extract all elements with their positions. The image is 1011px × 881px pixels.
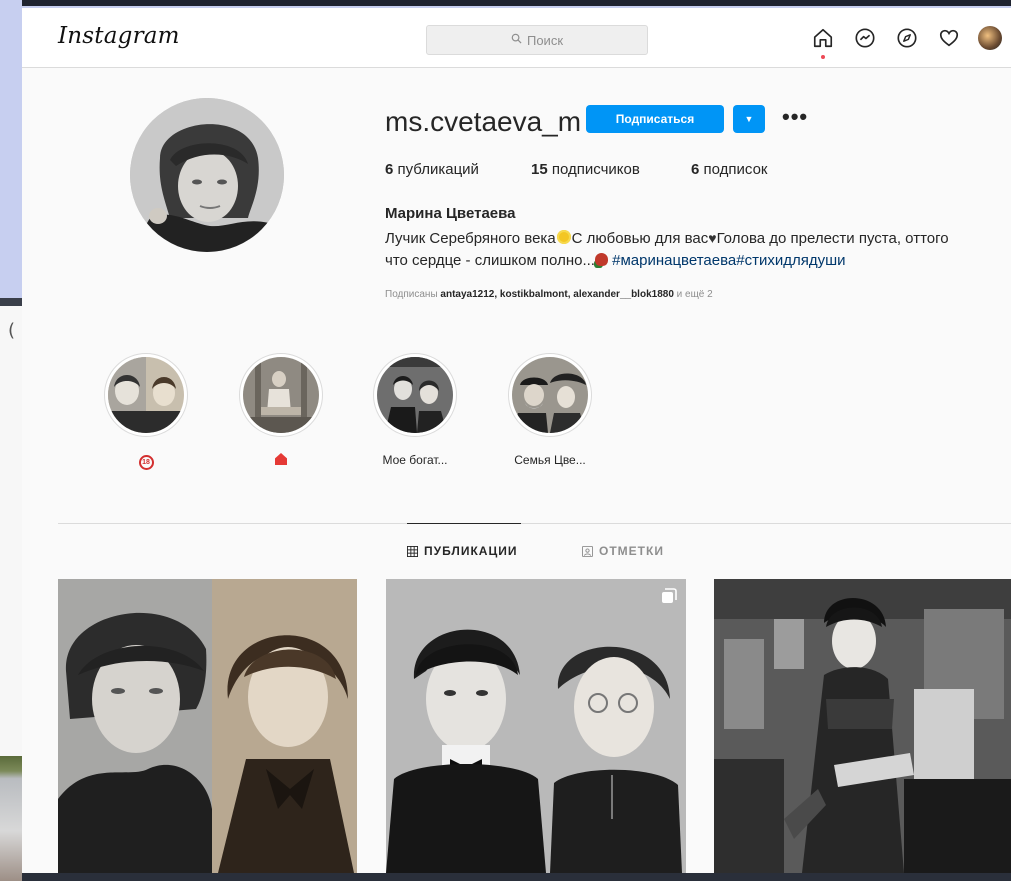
highlight-ring <box>508 353 592 437</box>
home-icon[interactable] <box>810 25 836 59</box>
followed-by-users: antaya1212, kostikbalmont, alexander__bl… <box>440 289 674 300</box>
profile-avatar[interactable] <box>978 26 1002 50</box>
followers-label: подписчиков <box>551 161 640 178</box>
desktop-top-edge <box>0 0 1011 6</box>
highlight-cover <box>512 357 588 433</box>
highlight-cover <box>243 357 319 433</box>
bio-text-2: С любовью для вас <box>571 230 709 247</box>
follow-button[interactable]: Подписаться <box>586 105 724 133</box>
following-count-stat[interactable]: 6 подписок <box>691 161 767 178</box>
bio-text-1: Лучик Серебряного века <box>385 230 556 247</box>
following-label: подписок <box>703 161 768 178</box>
taskbar-edge <box>22 873 1011 881</box>
bio-hashtags[interactable]: #маринацветаева#стихидлядуши <box>612 252 845 269</box>
highlight-label: Мое богат... <box>382 453 448 467</box>
highlight-label: 18 <box>102 453 190 470</box>
profile-bio: Лучик Серебряного века С любовью для вас♥… <box>385 227 1011 272</box>
explore-icon[interactable] <box>894 25 920 51</box>
post-thumbnail[interactable] <box>714 579 1011 873</box>
followed-by-suffix: и ещё 2 <box>676 289 713 300</box>
house-emoji-icon <box>275 453 287 465</box>
active-tab-indicator <box>407 523 521 524</box>
search-placeholder: Поиск <box>526 32 564 48</box>
posts-count: 6 <box>385 161 394 178</box>
age-18-badge-icon: 18 <box>138 455 154 470</box>
tabs-divider <box>58 523 1011 524</box>
highlight-label: Семья Цве... <box>514 453 586 467</box>
followers-count-stat[interactable]: 15 подписчиков <box>531 161 691 178</box>
highlight-cover <box>108 357 184 433</box>
background-window-edge <box>0 298 22 306</box>
instagram-logo[interactable]: Instagram <box>58 23 180 49</box>
triangle-down-icon: ▼ <box>744 114 754 124</box>
post-thumbnail[interactable] <box>58 579 357 873</box>
profile-username: ms.cvetaeva_m <box>385 106 582 137</box>
grid-icon <box>407 545 418 557</box>
search-icon <box>511 33 522 47</box>
top-navigation-bar: Instagram Поиск <box>22 8 1011 68</box>
highlight-item[interactable]: 18 <box>102 353 190 470</box>
tab-tagged-label: ОТМЕТКИ <box>599 544 664 558</box>
highlight-item[interactable] <box>237 353 325 468</box>
tab-posts[interactable]: ПУБЛИКАЦИИ <box>407 544 517 558</box>
profile-full-name: Марина Цветаева <box>385 205 516 222</box>
highlight-ring <box>104 353 188 437</box>
browser-window: Instagram Поиск ms.cvetaeva_m Подписатьс… <box>22 8 1011 873</box>
tagged-icon <box>582 545 593 557</box>
highlight-item[interactable]: Мое богат... <box>371 353 459 467</box>
highlight-cover <box>377 357 453 433</box>
nav-icons <box>810 25 1002 59</box>
bio-text-4: что сердце - слишком полно... <box>385 252 595 269</box>
notification-dot <box>821 55 825 59</box>
bio-text-3: Голова до прелести пуста, оттого <box>716 230 949 247</box>
rose-emoji-icon <box>594 253 608 266</box>
suggestions-dropdown-button[interactable]: ▼ <box>733 105 765 133</box>
followed-by-prefix: Подписаны <box>385 289 438 300</box>
posts-label: публикаций <box>397 161 479 178</box>
tab-posts-label: ПУБЛИКАЦИИ <box>424 544 518 558</box>
bio-line-1: Лучик Серебряного века С любовью для вас♥… <box>385 227 1011 250</box>
following-count: 6 <box>691 161 700 178</box>
search-input[interactable]: Поиск <box>426 25 648 55</box>
profile-avatar-large[interactable] <box>130 98 284 252</box>
background-window-fragment: ( <box>8 320 16 341</box>
followers-count: 15 <box>531 161 548 178</box>
more-options-icon[interactable]: ••• <box>782 104 808 130</box>
highlight-item[interactable]: Семья Цве... <box>506 353 594 467</box>
highlight-ring <box>239 353 323 437</box>
bio-line-2: что сердце - слишком полно... #маринацве… <box>385 250 1011 272</box>
multiple-photos-icon <box>662 588 677 603</box>
highlight-label <box>237 453 325 468</box>
profile-stats: 6 публикаций 15 подписчиков 6 подписок <box>385 161 767 178</box>
background-photo-fragment <box>0 756 22 881</box>
highlight-ring <box>373 353 457 437</box>
black-heart-emoji-icon: ♥ <box>708 230 717 246</box>
followed-by[interactable]: Подписаны antaya1212, kostikbalmont, ale… <box>385 289 713 300</box>
tab-tagged[interactable]: ОТМЕТКИ <box>582 544 664 558</box>
background-window <box>0 306 22 756</box>
post-thumbnail[interactable] <box>386 579 686 873</box>
messenger-icon[interactable] <box>852 25 878 51</box>
heart-icon[interactable] <box>936 25 962 51</box>
sun-emoji-icon <box>556 230 571 244</box>
posts-count-stat: 6 публикаций <box>385 161 531 178</box>
